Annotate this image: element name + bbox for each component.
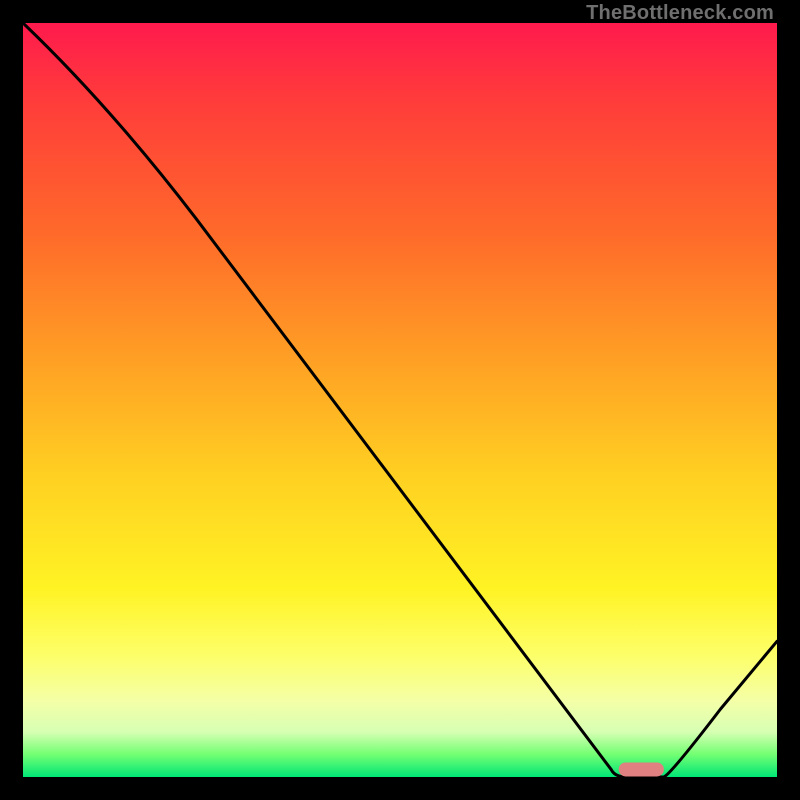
optimal-marker	[619, 762, 664, 776]
plot-area	[23, 23, 777, 777]
attribution-label: TheBottleneck.com	[586, 2, 774, 25]
chart-frame: TheBottleneck.com	[0, 0, 800, 800]
bottleneck-curve	[23, 23, 777, 777]
curve-layer	[23, 23, 777, 777]
